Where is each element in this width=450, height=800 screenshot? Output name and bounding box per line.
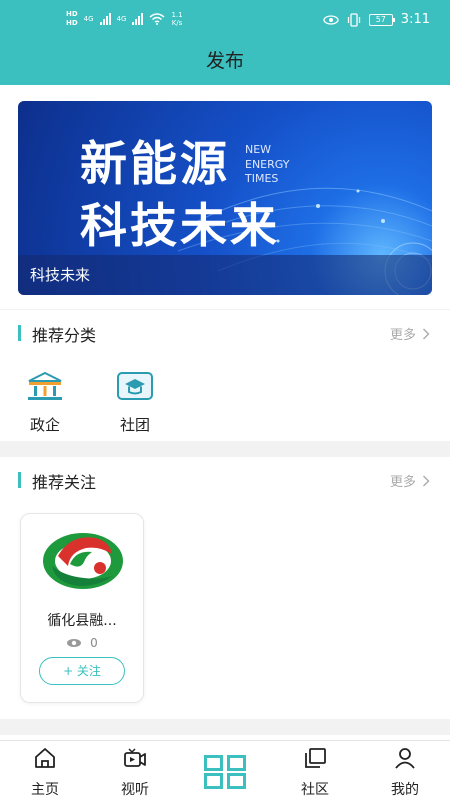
- status-left: HD HD 4G 4G 1.1 K/s: [66, 10, 183, 28]
- banner-section: 新能源 科技未来 NEW ENERGY TIMES 科技未来: [0, 85, 450, 309]
- tab-label: 主页: [31, 782, 59, 798]
- recommend-follow-more-link[interactable]: 更多: [390, 471, 430, 490]
- follow-button[interactable]: + 关注: [39, 657, 125, 685]
- main-content[interactable]: 新能源 科技未来 NEW ENERGY TIMES 科技未来 推荐分类 更多 政…: [0, 85, 450, 740]
- banner-english-line-2: ENERGY: [245, 157, 290, 171]
- tab-label: 社区: [301, 782, 329, 798]
- recommend-follow-header: 推荐关注 更多: [0, 457, 450, 503]
- bottom-tab-bar: 主页 视听 社区 我的: [0, 740, 450, 800]
- vibrate-icon: [347, 12, 360, 27]
- status-right: 57 3:11: [323, 12, 430, 27]
- banner-english-line-1: NEW: [245, 143, 272, 156]
- recommend-follow-title: 推荐关注: [32, 473, 97, 492]
- banner-english: NEW ENERGY TIMES: [245, 143, 289, 187]
- signal-icon-2: [132, 13, 144, 25]
- follow-card-views: 0: [21, 636, 143, 650]
- category-item-club[interactable]: 社团: [105, 370, 165, 435]
- category-item-government[interactable]: 政企: [15, 370, 75, 435]
- category-label: 政企: [29, 416, 60, 434]
- banner-carousel[interactable]: 新能源 科技未来 NEW ENERGY TIMES 科技未来: [18, 101, 432, 295]
- page-title: 发布: [0, 40, 450, 85]
- network-type-2: 4G: [116, 15, 127, 23]
- chevron-right-icon: [423, 475, 430, 486]
- banner-english-line-3: TIMES: [245, 172, 279, 185]
- battery-indicator: 57: [368, 13, 395, 26]
- banner-headline-1: 新能源: [80, 137, 230, 192]
- tab-label: 我的: [391, 782, 419, 798]
- network-type-1: 4G: [83, 15, 94, 23]
- recommend-categories-title: 推荐分类: [32, 326, 97, 345]
- more-label: 更多: [389, 328, 416, 343]
- tab-community[interactable]: 社区: [280, 747, 350, 799]
- section-accent-bar: [18, 325, 21, 341]
- more-label: 更多: [389, 475, 416, 490]
- eye-icon: [323, 14, 339, 25]
- recommend-categories-section: 推荐分类 更多 政企 社团: [0, 310, 450, 441]
- hd-label-2: HD: [66, 19, 78, 27]
- network-speed-unit: K/s: [171, 19, 183, 27]
- media-center-logo-icon: [43, 533, 123, 589]
- video-icon: [124, 748, 146, 767]
- graduation-cap-icon: [117, 372, 153, 400]
- signal-icon: [99, 13, 111, 25]
- tab-me[interactable]: 我的: [370, 747, 440, 799]
- recommend-categories-more-link[interactable]: 更多: [390, 324, 430, 343]
- community-icon: [305, 748, 326, 768]
- eye-icon: [67, 639, 82, 647]
- recommend-follow-section: 推荐关注 更多 循化县融... 0 + 关注: [0, 457, 450, 719]
- tab-label: 视听: [121, 782, 149, 798]
- section-accent-bar: [18, 472, 21, 488]
- follow-card[interactable]: 循化县融... 0 + 关注: [20, 513, 144, 703]
- government-building-icon: [28, 371, 62, 400]
- tab-video[interactable]: 视听: [100, 747, 170, 799]
- wifi-icon: [149, 13, 165, 25]
- status-bar: HD HD 4G 4G 1.1 K/s 57 3:11: [0, 0, 450, 40]
- network-speed-value: 1.1: [171, 11, 183, 19]
- publish-grid-icon[interactable]: [204, 755, 246, 789]
- chevron-right-icon: [423, 328, 430, 339]
- user-icon: [395, 748, 415, 769]
- tab-home[interactable]: 主页: [10, 747, 80, 799]
- network-speed: 1.1 K/s: [171, 11, 182, 27]
- home-icon: [35, 748, 55, 768]
- recommend-categories-header: 推荐分类 更多: [0, 310, 450, 356]
- follow-card-name: 循化县融...: [47, 613, 117, 629]
- view-count: 0: [90, 636, 98, 650]
- hd-label-1: HD: [66, 10, 78, 18]
- hd-indicator: HD HD: [66, 10, 78, 28]
- banner-headline-2: 科技未来: [80, 199, 280, 254]
- banner-caption: 科技未来: [18, 255, 432, 295]
- clock: 3:11: [400, 12, 430, 27]
- category-label: 社团: [119, 416, 150, 434]
